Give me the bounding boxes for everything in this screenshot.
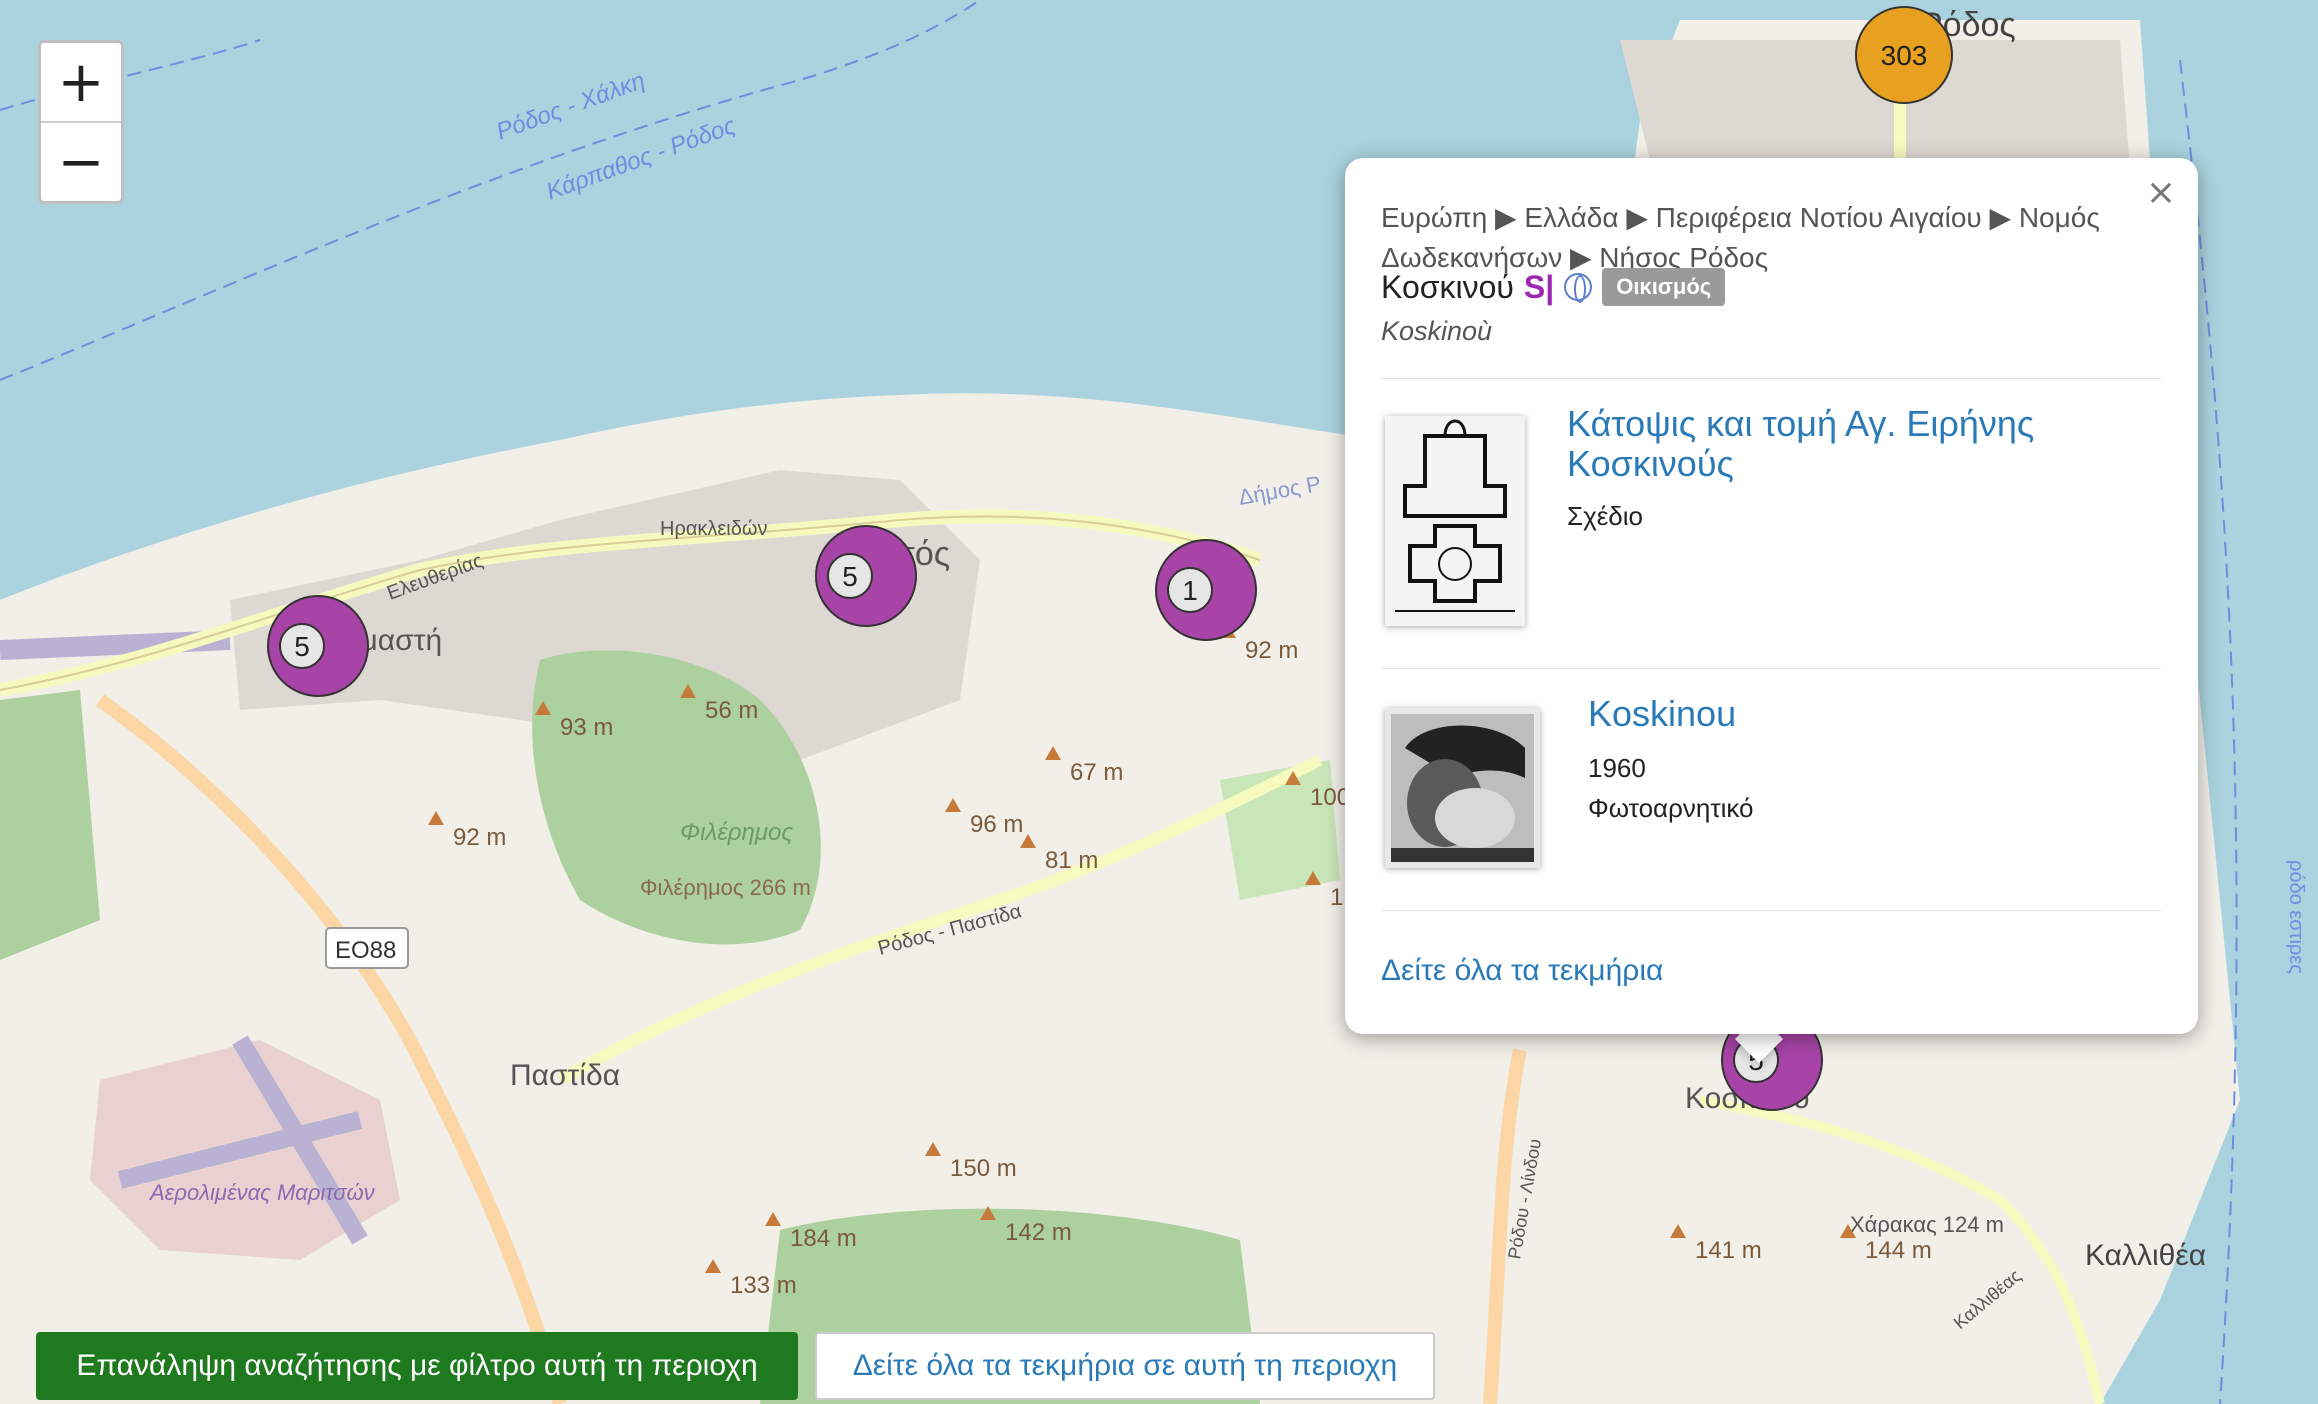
item-type-2: Φωτοαρνητικό <box>1588 793 1754 823</box>
side-text-label: ρόδο εστιρες <box>2285 860 2307 974</box>
latin-name: Koskinoù <box>1381 316 1493 346</box>
elevation-label: 92 m <box>1245 637 1298 664</box>
item-title-1[interactable]: Κάτοψις και τομή Αγ. Ειρήνης Κοσκινούς <box>1567 404 2107 484</box>
elevation-label: 142 m <box>1005 1219 1072 1246</box>
marker-cluster[interactable]: 1 <box>1155 539 1257 641</box>
place-name: Κοσκινού <box>1381 268 1514 305</box>
elevation-label: 184 m <box>790 1225 857 1252</box>
town-label-pastida: Παστίδα <box>510 1059 620 1092</box>
cluster-count: 1 <box>1182 575 1198 606</box>
see-all-area-button[interactable]: Δείτε όλα τα τεκμήρια σε αυτή τη περιοχη <box>815 1332 1435 1400</box>
mountain-label: Φιλέρημος <box>680 819 793 846</box>
photo-thumbnail[interactable] <box>1385 708 1540 868</box>
road-shield-eo88: ΕΟ88 <box>335 937 396 964</box>
divider <box>1381 378 2161 379</box>
item-date-2: 1960 <box>1588 753 1646 783</box>
place-type-badge: Οικισμός <box>1602 268 1726 306</box>
elevation-label: 93 m <box>560 714 613 741</box>
elevation-label: 1 <box>1330 884 1343 911</box>
globe-icon[interactable] <box>1564 273 1593 303</box>
marker-cluster[interactable]: 5 <box>815 525 917 627</box>
airport-label: Αερολιμένας Μαριτσών <box>148 1180 375 1205</box>
elevation-label: 67 m <box>1070 759 1123 786</box>
s-link-icon[interactable]: S| <box>1524 269 1554 306</box>
elevation-label: 144 m <box>1865 1237 1932 1264</box>
mountain-peak-label: Φιλέρημος 266 m <box>640 875 811 900</box>
zoom-out-button[interactable]: − <box>41 121 121 201</box>
marker-cluster[interactable]: 5 <box>267 595 369 697</box>
divider <box>1381 910 2161 911</box>
place-popup: × Ευρώπη ▶ Ελλάδα ▶ Περιφέρεια Νοτίου Αι… <box>1345 158 2198 1034</box>
item-title-2[interactable]: Koskinou <box>1588 694 2128 734</box>
place-header: Κοσκινού S| Οικισμός <box>1381 268 1726 306</box>
see-all-items-link[interactable]: Δείτε όλα τα τεκμήρια <box>1381 954 1663 988</box>
elevation-label: 150 m <box>950 1155 1017 1182</box>
cluster-count: 5 <box>842 561 858 592</box>
harakas-label: Χάρακας 124 m <box>1850 1212 2004 1237</box>
zoom-control: + − <box>38 40 124 204</box>
elevation-label: 81 m <box>1045 847 1098 874</box>
elevation-label: 56 m <box>705 697 758 724</box>
elevation-label: 141 m <box>1695 1237 1762 1264</box>
marker-cluster[interactable]: 303 <box>1855 6 1953 104</box>
floorplan-thumbnail[interactable] <box>1385 416 1525 626</box>
elevation-label: 92 m <box>453 824 506 851</box>
elevation-label: 133 m <box>730 1272 797 1299</box>
elevation-label: 96 m <box>970 811 1023 838</box>
road-label-herakleidon: Ηρακλειδών <box>660 518 768 540</box>
repeat-search-button[interactable]: Επανάληψη αναζήτησης με φίλτρο αυτή τη π… <box>36 1332 798 1400</box>
town-label-kallithea: Καλλιθέα <box>2085 1239 2206 1272</box>
divider <box>1381 668 2161 669</box>
breadcrumb: Ευρώπη ▶ Ελλάδα ▶ Περιφέρεια Νοτίου Αιγα… <box>1381 202 2100 273</box>
cluster-count: 303 <box>1881 40 1928 71</box>
item-type-1: Σχέδιο <box>1567 501 1644 531</box>
cluster-count: 5 <box>294 631 310 662</box>
zoom-in-button[interactable]: + <box>41 43 121 121</box>
